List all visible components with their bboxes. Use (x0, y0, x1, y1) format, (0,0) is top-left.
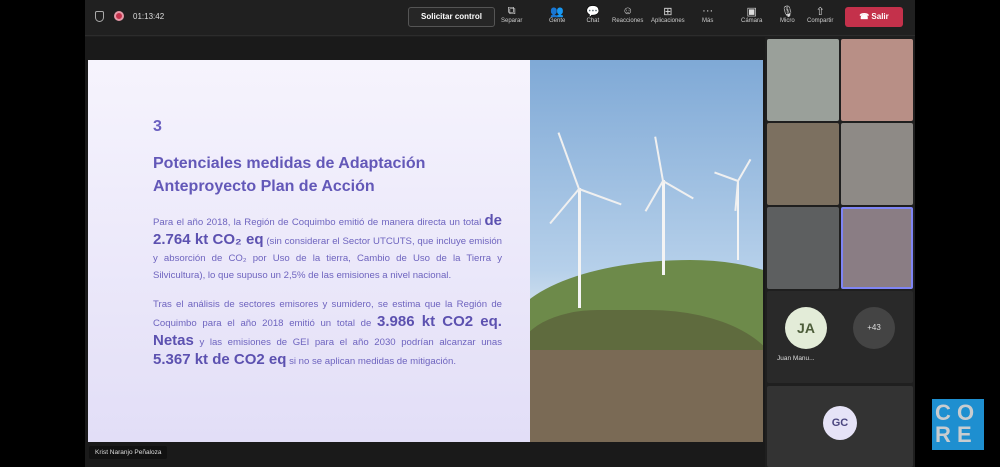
meeting-toolbar: 01:13:42 Solicitar control ⧉ Separar 👥 Gen… (85, 0, 915, 36)
camera-button[interactable]: ▣ Cámara (741, 5, 762, 24)
teams-meeting-window: 01:13:42 Solicitar control ⧉ Separar 👥 Gen… (85, 0, 915, 467)
wind-turbines-photo (530, 60, 763, 442)
recording-icon (114, 11, 124, 21)
participant-video-tile[interactable] (767, 39, 839, 121)
pop-out-button[interactable]: ⧉ Separar (501, 5, 522, 24)
slide-text-pane: 3 Potenciales medidas de Adaptación Ante… (88, 60, 530, 442)
participant-gc-tile[interactable]: GC (767, 386, 913, 467)
participant-video-tile[interactable] (767, 207, 839, 289)
participant-audio-row: JA Juan Manu... +43 (767, 291, 913, 383)
slide-number: 3 (153, 118, 162, 135)
participants-panel: JA Juan Manu... +43 GC (765, 37, 915, 467)
apps-button[interactable]: ⊞ Aplicaciones (651, 5, 685, 24)
reactions-button[interactable]: ☺ Reacciones (612, 5, 643, 24)
more-participants-button[interactable]: +43 (853, 307, 895, 349)
mic-button[interactable]: 🎙 Micro (780, 5, 795, 24)
reactions-icon: ☺ (622, 5, 634, 17)
participant-video-tile[interactable] (767, 123, 839, 205)
phone-icon: ☎ (859, 12, 872, 21)
apps-icon: ⊞ (663, 6, 673, 18)
people-button[interactable]: 👥 Gente (549, 5, 565, 24)
avatar-ja[interactable]: JA (785, 307, 827, 349)
share-icon: ⇧ (815, 6, 825, 18)
chat-icon: 💬 (586, 6, 600, 18)
paragraph-1: Para el año 2018, la Región de Coquimbo … (153, 212, 502, 281)
leave-button[interactable]: ☎ Salir (845, 7, 903, 27)
more-icon: ··· (702, 5, 714, 17)
shield-icon (95, 11, 104, 22)
participant-name: Juan Manu... (777, 355, 815, 362)
presentation-slide: 3 Potenciales medidas de Adaptación Ante… (88, 60, 763, 442)
people-icon: 👥 (550, 6, 565, 18)
core-logo: C OR E (932, 399, 984, 450)
mic-off-icon: 🎙 (780, 6, 795, 18)
chat-button[interactable]: 💬 Chat (586, 5, 600, 24)
meeting-timer: 01:13:42 (133, 12, 165, 21)
shared-screen: 3 Potenciales medidas de Adaptación Ante… (85, 37, 765, 467)
pop-out-icon: ⧉ (507, 5, 516, 17)
paragraph-2: Tras el análisis de sectores emisores y … (153, 299, 502, 368)
avatar-gc: GC (823, 406, 857, 440)
more-button[interactable]: ··· Más (702, 5, 713, 24)
participant-video-tile[interactable] (841, 39, 913, 121)
camera-off-icon: ▣ (746, 6, 757, 18)
participant-video-tile-speaking[interactable] (841, 207, 913, 289)
slide-title: Potenciales medidas de Adaptación Antepr… (153, 155, 426, 195)
request-control-button[interactable]: Solicitar control (408, 7, 495, 27)
presenter-name-label: Krist Naranjo Peñaloza (89, 446, 168, 459)
participant-video-tile[interactable] (841, 123, 913, 205)
share-button[interactable]: ⇧ Compartir (807, 5, 833, 24)
